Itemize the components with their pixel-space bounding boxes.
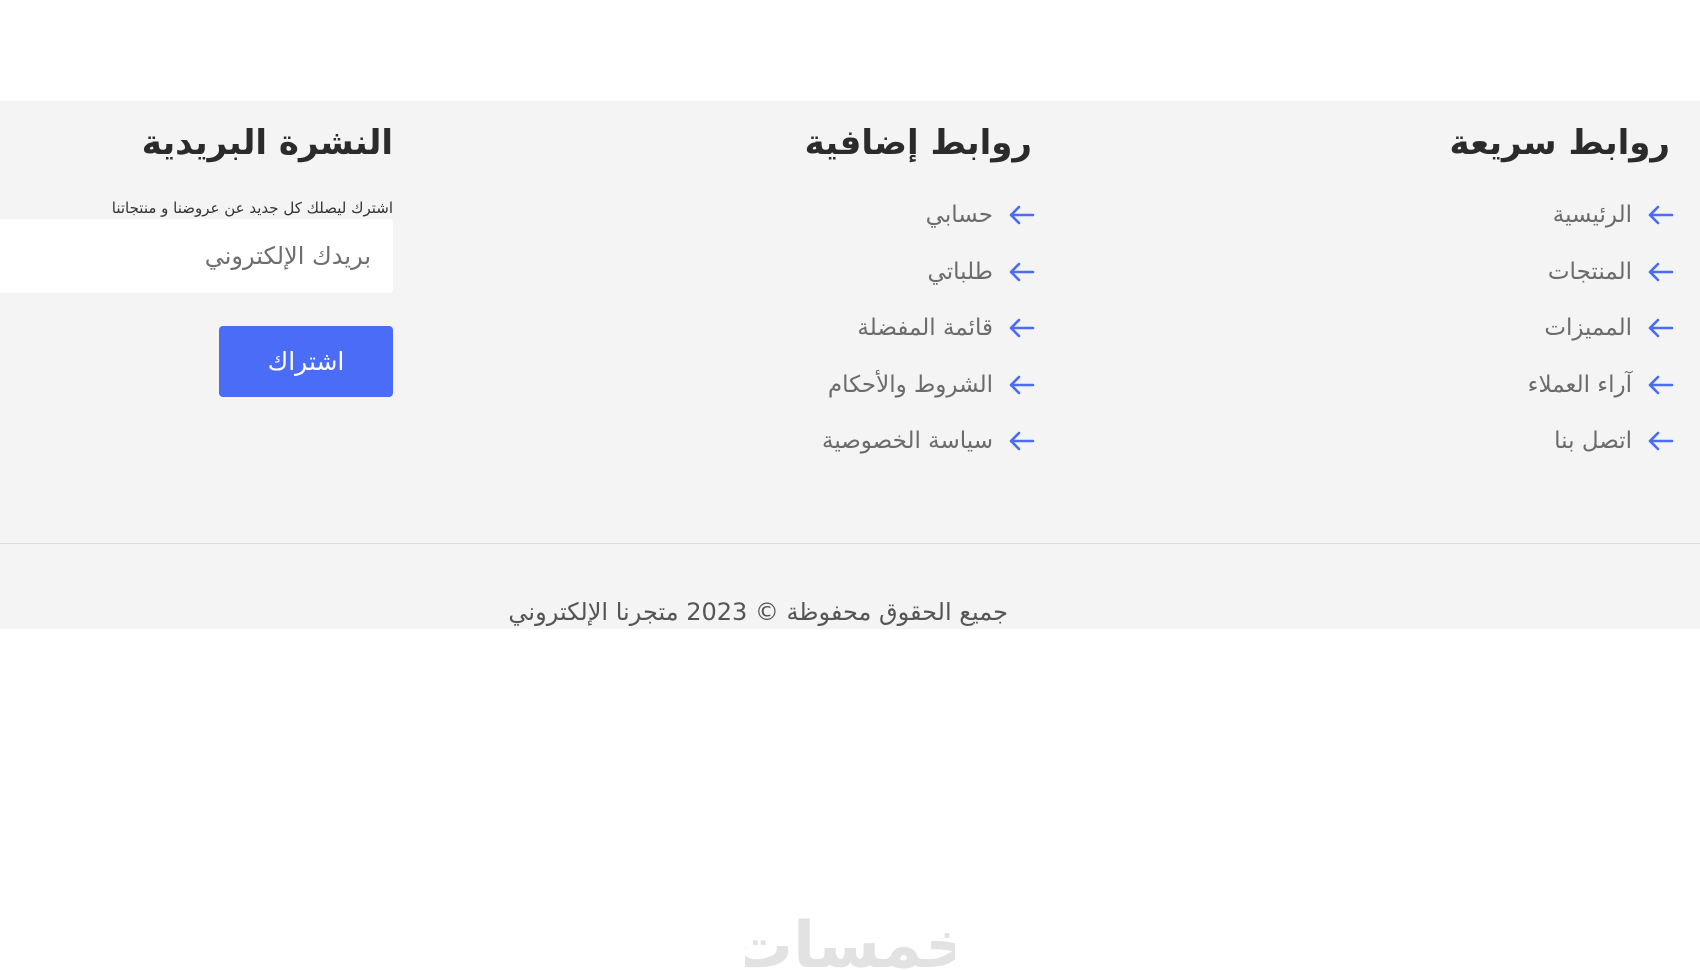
footer-link-features[interactable]: المميزات xyxy=(1528,300,1674,357)
newsletter-email-input[interactable] xyxy=(0,219,393,293)
footer-link-label: قائمة المفضلة xyxy=(857,315,993,342)
arrow-left-icon xyxy=(1007,429,1035,453)
footer-divider xyxy=(0,543,1700,544)
footer-link-label: اتصل بنا xyxy=(1554,428,1632,455)
extra-links-title: روابط إضافية xyxy=(804,123,1032,163)
footer-link-terms[interactable]: الشروط والأحكام xyxy=(822,357,1035,414)
extra-links-list: حسابي طلباتي قائمة المفضلة الشروط والأحك… xyxy=(822,187,1035,470)
footer-link-label: حسابي xyxy=(925,202,993,229)
footer-link-label: طلباتي xyxy=(927,258,993,285)
footer-link-testimonials[interactable]: آراء العملاء xyxy=(1528,357,1674,414)
khamsat-watermark-logo: خمسات xyxy=(745,895,955,970)
arrow-left-icon xyxy=(1646,373,1674,397)
svg-text:خمسات: خمسات xyxy=(745,909,955,970)
footer-link-label: المنتجات xyxy=(1547,258,1632,285)
arrow-left-icon xyxy=(1007,316,1035,340)
arrow-left-icon xyxy=(1646,260,1674,284)
footer-link-privacy[interactable]: سياسة الخصوصية xyxy=(822,413,1035,470)
arrow-left-icon xyxy=(1646,203,1674,227)
quick-links-list: الرئيسية المنتجات المميزات آراء العملاء … xyxy=(1528,187,1674,470)
footer-link-label: الشروط والأحكام xyxy=(827,371,993,398)
footer-link-orders[interactable]: طلباتي xyxy=(822,244,1035,301)
arrow-left-icon xyxy=(1007,373,1035,397)
newsletter-title: النشرة البريدية xyxy=(141,123,393,163)
quick-links-title: روابط سريعة xyxy=(1449,123,1670,163)
arrow-left-icon xyxy=(1646,429,1674,453)
footer-link-account[interactable]: حسابي xyxy=(822,187,1035,244)
footer-link-label: سياسة الخصوصية xyxy=(821,428,993,455)
newsletter-description: اشترك ليصلك كل جديد عن عروضنا و منتجاتنا xyxy=(111,199,393,217)
footer-link-label: الرئيسية xyxy=(1552,202,1632,229)
footer-link-products[interactable]: المنتجات xyxy=(1528,244,1674,301)
footer-link-label: آراء العملاء xyxy=(1527,371,1632,398)
subscribe-button[interactable]: اشتراك xyxy=(219,326,393,397)
arrow-left-icon xyxy=(1007,260,1035,284)
footer-link-label: المميزات xyxy=(1544,315,1632,342)
arrow-left-icon xyxy=(1007,203,1035,227)
footer-link-contact[interactable]: اتصل بنا xyxy=(1528,413,1674,470)
copyright-text: جميع الحقوق محفوظة © 2023 متجرنا الإلكتر… xyxy=(508,598,1008,626)
arrow-left-icon xyxy=(1646,316,1674,340)
footer-link-wishlist[interactable]: قائمة المفضلة xyxy=(822,300,1035,357)
footer-link-home[interactable]: الرئيسية xyxy=(1528,187,1674,244)
site-footer: روابط سريعة الرئيسية المنتجات المميزات آ… xyxy=(0,101,1700,629)
